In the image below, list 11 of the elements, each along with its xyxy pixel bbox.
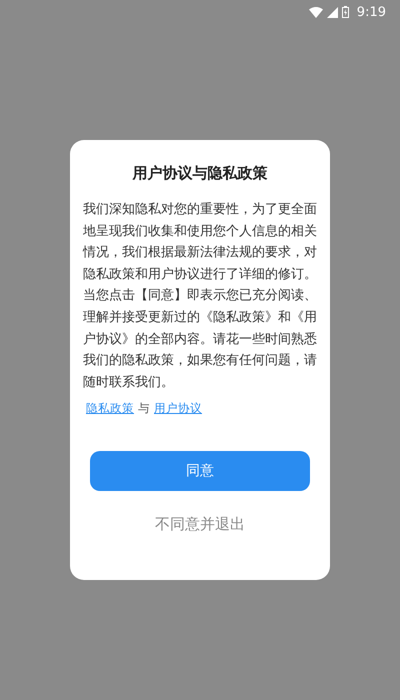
decline-button[interactable]: 不同意并退出 xyxy=(147,511,253,538)
battery-icon xyxy=(342,6,349,18)
policy-link[interactable]: 用户协议 xyxy=(154,401,202,416)
dialog-text: 我们深知隐私对您的重要性，为了更全面地呈现我们收集和使用您个人信息的相关情况，我们根据最新法律法规的要求，对隐私政策和用户协议进行了详细的修订。当您点击【同意】即表示您已充分阅读、理解并接受更新过的《隐私政策》和《用户协议》的全部内容。请花一些时间熟悉我们的隐私政策，如果您有任何问题，请随时联系我们。 xyxy=(83,201,317,392)
policy-link[interactable]: 隐私政策 xyxy=(86,401,134,416)
dialog-title: 用户协议与隐私政策 xyxy=(132,164,268,183)
wifi-icon xyxy=(308,6,323,18)
signal-icon xyxy=(326,6,338,18)
agree-button[interactable]: 同意 xyxy=(90,451,310,492)
link-separator: 与 xyxy=(138,401,150,416)
clock-time: 9:19 xyxy=(356,4,386,20)
